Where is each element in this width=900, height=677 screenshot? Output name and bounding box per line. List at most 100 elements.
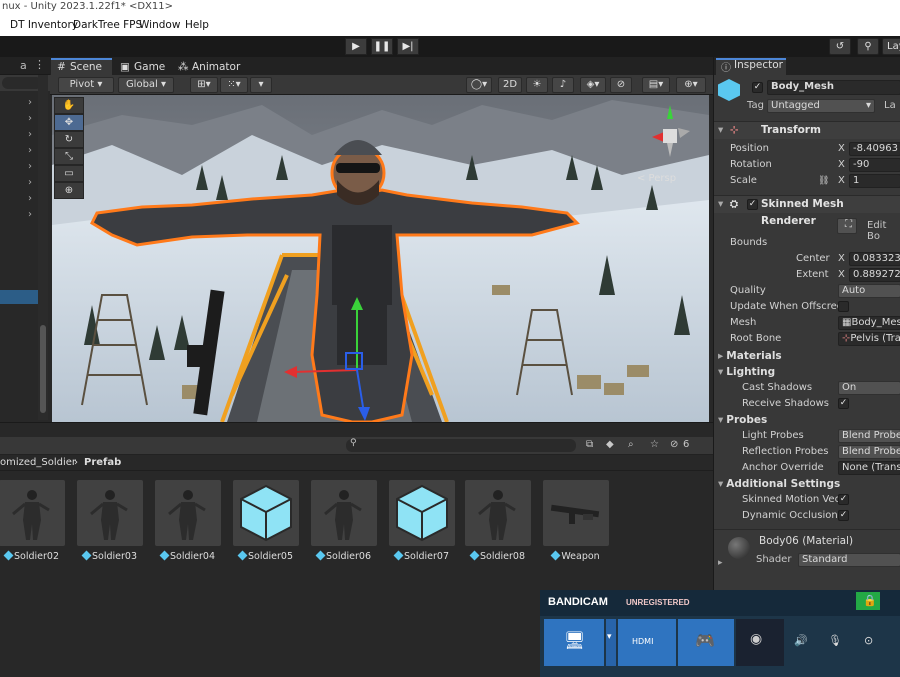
asset-item[interactable]: Soldier07 (389, 480, 455, 562)
asset-item[interactable]: Soldier03 (77, 480, 143, 562)
shader-dropdown[interactable]: Standard (798, 553, 900, 567)
expand-icon[interactable]: › (28, 161, 32, 172)
menu-window[interactable]: Window (139, 19, 180, 31)
microphone-icon[interactable]: 🎙 (828, 634, 842, 647)
light-probes-dropdown[interactable]: Blend Probes (838, 429, 900, 443)
snap-settings-button[interactable]: ▾ (250, 77, 272, 93)
hidden-packages-icon[interactable]: ⊘ (670, 439, 678, 450)
favorite-icon[interactable]: ☆ (650, 439, 659, 450)
rect-tool[interactable]: ▭ (54, 165, 84, 182)
extent-x-field[interactable]: 0.889272 (849, 268, 900, 282)
expand-icon[interactable]: › (28, 193, 32, 204)
scrollbar-thumb[interactable] (40, 325, 46, 413)
lock-icon[interactable]: a (20, 59, 27, 72)
save-search-icon[interactable]: ⌕ (628, 439, 634, 450)
anchor-override-field[interactable]: None (Transfo (838, 461, 900, 475)
dynamic-occlusion-checkbox[interactable]: ✓ (838, 510, 849, 521)
hierarchy-scrollbar[interactable] (38, 75, 48, 420)
materials-foldout[interactable]: ▸ Materials (714, 348, 782, 364)
edit-bounds-button[interactable]: ⛶ (837, 218, 857, 234)
scene-viewport[interactable]: < Persp (52, 95, 709, 422)
reflection-probes-dropdown[interactable]: Blend Probes (838, 445, 900, 459)
lighting-foldout[interactable]: ▾ Lighting (714, 364, 775, 380)
effects-dropdown[interactable]: ◈▾ (580, 77, 606, 93)
pause-button[interactable]: ❚❚ (371, 38, 393, 55)
expand-icon[interactable]: › (28, 209, 32, 220)
asset-item[interactable]: Soldier05 (233, 480, 299, 562)
rotation-x-field[interactable]: -90 (849, 158, 900, 172)
project-search-input[interactable]: ⚲ (346, 438, 576, 452)
screen-mode-dropdown[interactable]: ▾ (606, 619, 616, 666)
camera-dropdown[interactable]: ▤▾ (642, 77, 670, 93)
expand-icon[interactable]: › (28, 177, 32, 188)
lock-button[interactable]: 🔒 (856, 592, 880, 610)
object-name-field[interactable]: Body_Mesh (767, 80, 900, 95)
transform-tool[interactable]: ⊕ (54, 182, 84, 199)
scale-tool[interactable]: ⤡ (54, 148, 84, 165)
history-button[interactable]: ↺ (829, 38, 851, 55)
transform-header[interactable]: ▾ ⊹ Transform (714, 121, 900, 139)
update-offscreen-checkbox[interactable] (838, 301, 849, 312)
additional-settings-foldout[interactable]: ▾ Additional Settings (714, 476, 840, 492)
quality-dropdown[interactable]: Auto (838, 284, 900, 298)
speaker-icon[interactable]: 🔊 (794, 634, 808, 647)
layers-dropdown[interactable]: Lay (882, 38, 900, 55)
pivot-dropdown[interactable]: Pivot ▾ (58, 77, 114, 93)
asset-item[interactable]: Soldier08 (465, 480, 531, 562)
hierarchy-search-input[interactable] (2, 77, 42, 89)
webcam-button[interactable]: ◉ (736, 619, 784, 666)
probes-foldout[interactable]: ▾ Probes (714, 412, 767, 428)
hdmi-button[interactable]: HDMI (618, 619, 676, 666)
asset-item[interactable]: Soldier02 (0, 480, 65, 562)
expand-icon[interactable]: › (28, 97, 32, 108)
move-tool[interactable]: ✥ (54, 114, 84, 131)
lighting-toggle[interactable]: ☀ (526, 77, 548, 93)
center-x-field[interactable]: 0.083323 (849, 252, 900, 266)
asset-item[interactable]: Soldier04 (155, 480, 221, 562)
draw-mode-button[interactable]: ◯▾ (466, 77, 492, 93)
root-bone-field[interactable]: ⊹Pelvis (Tran (838, 332, 900, 346)
audio-toggle[interactable]: ♪ (552, 77, 574, 93)
active-checkbox[interactable]: ✓ (752, 82, 763, 93)
grid-snap-button[interactable]: ⊞▾ (190, 77, 218, 93)
global-dropdown[interactable]: Global ▾ (118, 77, 174, 93)
game-mode-button[interactable]: 🎮 (678, 619, 734, 666)
rotate-tool[interactable]: ↻ (54, 131, 84, 148)
mesh-field[interactable]: ▦Body_Mesh (838, 316, 900, 330)
breadcrumb-current[interactable]: Prefab (84, 457, 121, 468)
position-x-field[interactable]: -8.40963 (849, 142, 900, 156)
menu-dt-inventory[interactable]: DT Inventory (10, 19, 78, 31)
toggle-2d-button[interactable]: 2D (498, 77, 522, 93)
renderer-enabled-checkbox[interactable]: ✓ (747, 199, 758, 210)
play-button[interactable]: ▶ (345, 38, 367, 55)
screen-mode-button[interactable]: 🖥 (544, 619, 604, 666)
asset-item[interactable]: Weapon (543, 480, 609, 562)
menu-darktree-fps[interactable]: DarkTree FPS (73, 19, 142, 31)
search-by-type-icon[interactable]: ⧉ (586, 439, 593, 450)
search-by-label-icon[interactable]: ◆ (606, 439, 614, 450)
expand-icon[interactable]: › (28, 129, 32, 140)
view-tool[interactable]: ✋ (54, 97, 84, 114)
asset-item[interactable]: Soldier06 (311, 480, 377, 562)
persp-label[interactable]: < Persp (637, 173, 676, 184)
cursor-icon[interactable]: ⊙ (864, 634, 873, 647)
cast-shadows-dropdown[interactable]: On (838, 381, 900, 395)
expand-icon[interactable]: › (28, 113, 32, 124)
hidden-objects-toggle[interactable]: ⊘ (610, 77, 632, 93)
tag-dropdown[interactable]: Untagged ▾ (767, 99, 875, 113)
scale-x-field[interactable]: 1 (849, 174, 900, 188)
snap-increment-button[interactable]: ⁙▾ (220, 77, 248, 93)
link-icon[interactable]: ⛓ (818, 173, 829, 189)
skinned-mesh-renderer-header[interactable]: ▾ ⛭ ✓ Skinned Mesh Renderer (714, 195, 900, 227)
receive-shadows-checkbox[interactable]: ✓ (838, 398, 849, 409)
chevron-right-icon[interactable]: ▸ (718, 558, 723, 568)
gizmos-dropdown[interactable]: ⊕▾ (676, 77, 706, 93)
search-button[interactable]: ⚲ (857, 38, 879, 55)
motion-vectors-checkbox[interactable]: ✓ (838, 494, 849, 505)
breadcrumb-item[interactable]: omized_Soldier (0, 457, 76, 468)
menu-help[interactable]: Help (185, 19, 209, 31)
menu-icon[interactable]: ⋮ (34, 58, 45, 71)
tab-game[interactable]: Game (132, 59, 165, 75)
hierarchy-selected-row[interactable] (0, 290, 38, 304)
tab-animator[interactable]: Animator (190, 59, 240, 75)
